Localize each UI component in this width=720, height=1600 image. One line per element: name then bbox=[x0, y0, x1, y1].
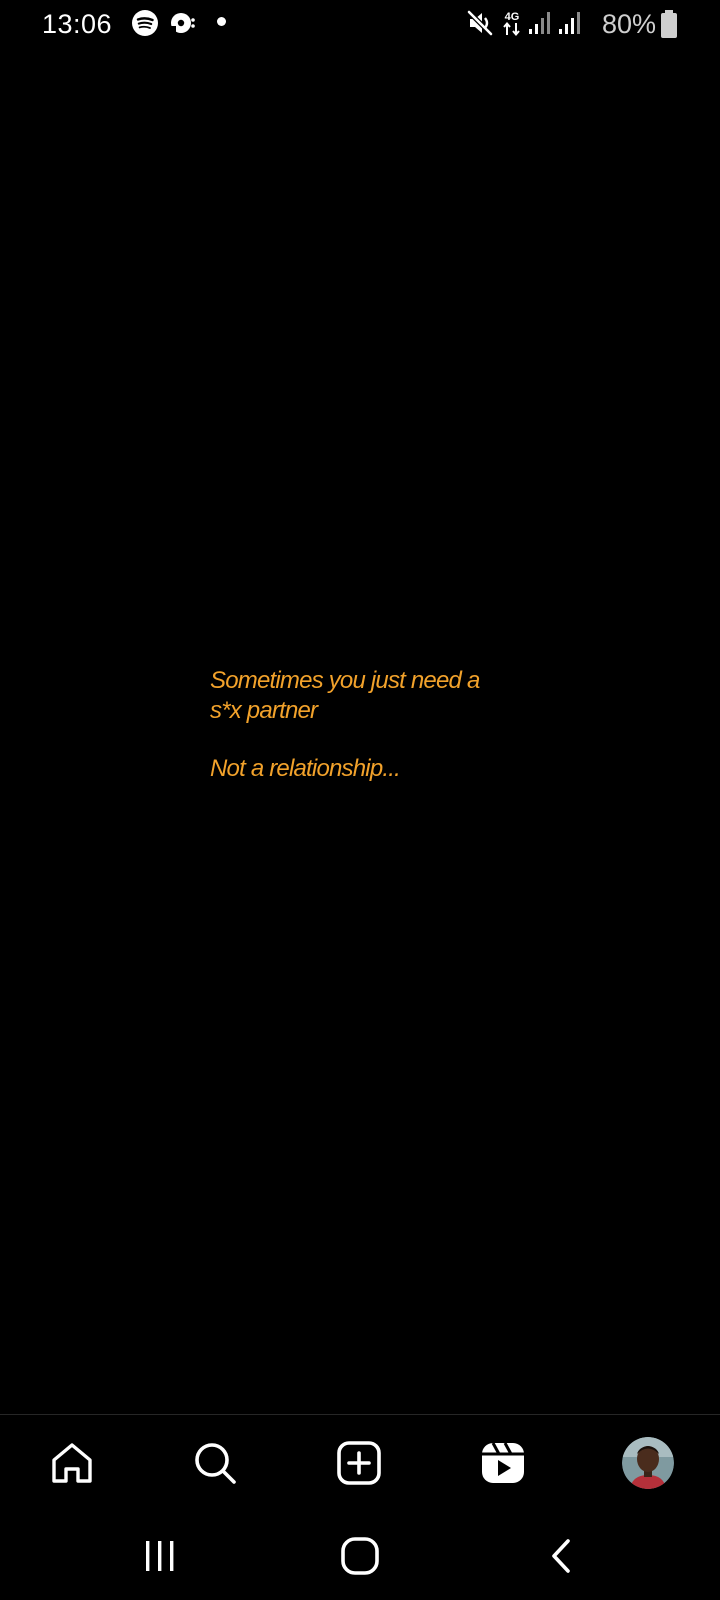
network-type-label: 4G bbox=[505, 11, 520, 23]
plus-square-icon bbox=[337, 1441, 381, 1485]
story-line-gap bbox=[210, 726, 570, 754]
podcast-icon bbox=[171, 13, 195, 35]
story-line-2: s*x partner bbox=[210, 697, 318, 724]
spotify-icon bbox=[132, 10, 158, 36]
system-nav-bar bbox=[0, 1518, 720, 1600]
battery-percent: 80% bbox=[602, 9, 657, 39]
search-icon bbox=[195, 1443, 236, 1484]
avatar bbox=[622, 1437, 674, 1489]
home-circle-icon bbox=[341, 1537, 379, 1575]
tab-reels[interactable] bbox=[475, 1435, 531, 1491]
back-button[interactable] bbox=[534, 1532, 590, 1580]
home-icon bbox=[52, 1443, 92, 1483]
status-time: 13:06 bbox=[42, 9, 113, 39]
tab-home[interactable] bbox=[44, 1435, 100, 1491]
notification-dot-icon bbox=[217, 17, 226, 26]
signal-icon bbox=[559, 12, 580, 34]
recents-icon bbox=[146, 1541, 174, 1571]
mute-icon bbox=[467, 10, 493, 36]
status-bar: 13:06 4G 80% bbox=[0, 0, 720, 48]
recents-button[interactable] bbox=[132, 1532, 188, 1580]
story-line-1: Sometimes you just need a bbox=[210, 667, 480, 694]
story-text: Sometimes you just need a s*x partner No… bbox=[210, 666, 570, 784]
bottom-tab-bar bbox=[0, 1414, 720, 1519]
story-line-3: Not a relationship... bbox=[210, 755, 401, 782]
signal-icon bbox=[529, 12, 550, 34]
reels-icon bbox=[482, 1442, 524, 1483]
back-icon bbox=[552, 1539, 570, 1573]
network-4g-icon: 4G bbox=[503, 11, 520, 37]
tab-create[interactable] bbox=[331, 1435, 387, 1491]
battery-icon bbox=[661, 10, 677, 38]
home-button[interactable] bbox=[332, 1532, 388, 1580]
tab-search[interactable] bbox=[187, 1435, 243, 1491]
tab-profile[interactable] bbox=[620, 1435, 676, 1491]
